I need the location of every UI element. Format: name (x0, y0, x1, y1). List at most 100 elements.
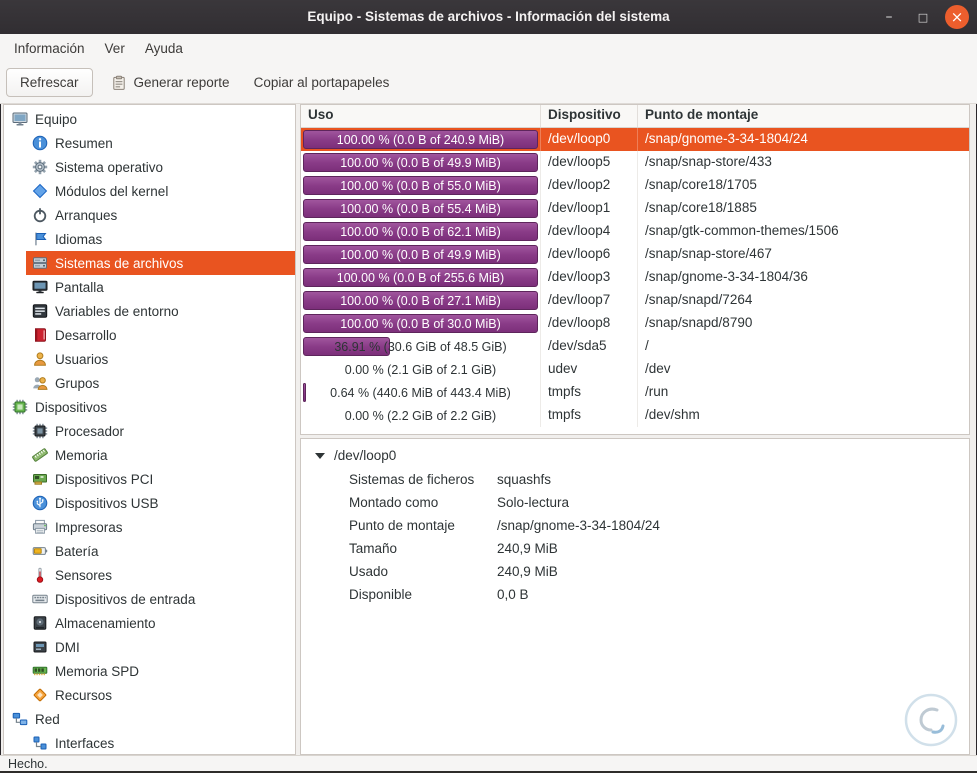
sidebar-item-idiomas[interactable]: Idiomas (4, 227, 295, 251)
usage-cell: 100.00 % (0.0 B of 55.4 MiB) (301, 197, 541, 220)
detail-row[interactable]: Sistemas de ficheros squashfs (301, 468, 969, 491)
sidebar-item-impresoras[interactable]: Impresoras (4, 515, 295, 539)
storage-icon (32, 615, 48, 631)
titlebar[interactable]: Equipo - Sistemas de archivos - Informac… (0, 0, 977, 34)
sidebar-item-dispositivos-pci[interactable]: Dispositivos PCI (4, 467, 295, 491)
close-button[interactable]: × (945, 5, 969, 29)
table-row[interactable]: 100.00 % (0.0 B of 55.0 MiB) /dev/loop2/s… (301, 174, 969, 197)
resources-icon (32, 687, 48, 703)
column-header-uso[interactable]: Uso (301, 105, 541, 127)
sidebar-item-equipo[interactable]: Equipo (4, 107, 295, 131)
sidebar-item-usuarios[interactable]: Usuarios (4, 347, 295, 371)
device-cell: /dev/loop6 (541, 243, 638, 266)
table-row[interactable]: 100.00 % (0.0 B of 255.6 MiB) /dev/loop3 /… (301, 266, 969, 289)
detail-row[interactable]: Tamaño 240,9 MiB (301, 537, 969, 560)
sidebar-item-label: Equipo (35, 111, 78, 127)
sidebar-item-dispositivos-usb[interactable]: Dispositivos USB (4, 491, 295, 515)
sidebar-item-interfaces[interactable]: Interfaces (4, 731, 295, 754)
menu-view[interactable]: Ver (95, 37, 135, 60)
keyboard-icon (32, 591, 48, 607)
detail-field-value: 240,9 MiB (497, 541, 558, 556)
filesystem-icon (32, 255, 48, 271)
refresh-button[interactable]: Refrescar (6, 68, 93, 97)
filesystem-table-pane[interactable]: Uso Dispositivo Punto de montaje 100.00 % … (300, 104, 970, 435)
usage-cell: 36.91 % (30.6 GiB of 48.5 GiB) (301, 335, 541, 358)
column-header-dispositivo[interactable]: Dispositivo (541, 105, 638, 127)
sidebar-item-sistema-operativo[interactable]: Sistema operativo (4, 155, 295, 179)
sidebar-item-modulos-del-kernel[interactable]: Módulos del kernel (4, 179, 295, 203)
sidebar-item-almacenamiento[interactable]: Almacenamiento (4, 611, 295, 635)
sidebar-item-label: Variables de entorno (55, 303, 179, 319)
detail-header[interactable]: /dev/loop0 (301, 439, 969, 468)
sidebar-item-dispositivos[interactable]: Dispositivos (4, 395, 295, 419)
sidebar-item-dispositivos-de-entrada[interactable]: Dispositivos de entrada (4, 587, 295, 611)
menu-help[interactable]: Ayuda (135, 37, 193, 60)
refresh-button-label: Refrescar (20, 75, 79, 90)
sidebar-item-label: Recursos (55, 687, 113, 703)
sidebar-item-memoria-spd[interactable]: Memoria SPD (4, 659, 295, 683)
device-cell: /dev/loop8 (541, 312, 638, 335)
copy-to-clipboard-button[interactable]: Copiar al portapapeles (248, 69, 396, 96)
menu-information[interactable]: Información (4, 37, 95, 60)
usage-label: 100.00 % (0.0 B of 55.0 MiB) (340, 178, 501, 193)
sidebar-item-label: Interfaces (55, 735, 115, 751)
column-header-punto-de-montaje[interactable]: Punto de montaje (638, 105, 969, 127)
mount-cell: /snap/core18/1705 (645, 177, 757, 192)
sidebar-item-label: Resumen (55, 135, 113, 151)
table-row[interactable]: 100.00 % (0.0 B of 27.1 MiB) /dev/loop7/s… (301, 289, 969, 312)
mount-cell: /dev/shm (645, 407, 700, 422)
table-row[interactable]: 100.00 % (0.0 B of 62.1 MiB) /dev/loop4/s… (301, 220, 969, 243)
generate-report-button[interactable]: Generar reporte (105, 69, 236, 97)
sidebar-item-resumen[interactable]: Resumen (4, 131, 295, 155)
table-row[interactable]: 100.00 % (0.0 B of 240.9 MiB) /dev/loop0 /… (301, 128, 969, 151)
detail-field-value: squashfs (497, 472, 552, 487)
maximize-button[interactable]: □ (911, 5, 935, 29)
detail-row[interactable]: Usado 240,9 MiB (301, 560, 969, 583)
details-pane[interactable]: /dev/loop0 Sistemas de ficheros squashfs M… (300, 438, 970, 755)
sidebar-item-recursos[interactable]: Recursos (4, 683, 295, 707)
table-row[interactable]: 0.00 % (2.1 GiB of 2.1 GiB) udev/dev (301, 358, 969, 381)
sidebar-tree[interactable]: Equipo Resumen Sistema operativo Módulos de… (3, 104, 296, 755)
sidebar-item-desarrollo[interactable]: Desarrollo (4, 323, 295, 347)
mount-cell: /snap/snap-store/433 (645, 154, 772, 169)
detail-field-value: 240,9 MiB (497, 564, 558, 579)
sidebar-item-memoria[interactable]: Memoria (4, 443, 295, 467)
ruler-icon (32, 447, 48, 463)
sidebar-item-bateria[interactable]: Batería (4, 539, 295, 563)
sidebar-item-sistemas-de-archivos[interactable]: Sistemas de archivos (4, 251, 295, 275)
detail-row[interactable]: Punto de montaje/snap/gnome-3-34-1804/24 (301, 514, 969, 537)
table-row[interactable]: 100.00 % (0.0 B of 49.9 MiB) /dev/loop6/s… (301, 243, 969, 266)
sidebar-item-label: Almacenamiento (55, 615, 156, 631)
sidebar-item-pantalla[interactable]: Pantalla (4, 275, 295, 299)
sidebar-item-label: Dispositivos PCI (55, 471, 154, 487)
mount-cell: /snap/snapd/8790 (645, 315, 753, 330)
usage-label: 36.91 % (30.6 GiB of 48.5 GiB) (334, 339, 507, 354)
device-cell: tmpfs (541, 404, 638, 427)
table-row[interactable]: 100.00 % (0.0 B of 30.0 MiB) /dev/loop8/s… (301, 312, 969, 335)
table-row[interactable]: 36.91 % (30.6 GiB of 48.5 GiB) /dev/sda5 / (301, 335, 969, 358)
detail-row[interactable]: Montado como Solo-lectura (301, 491, 969, 514)
battery-icon (32, 543, 48, 559)
book-icon (32, 327, 48, 343)
sidebar-item-dmi[interactable]: DMI (4, 635, 295, 659)
table-row[interactable]: 100.00 % (0.0 B of 55.4 MiB) /dev/loop1/s… (301, 197, 969, 220)
table-row[interactable]: 0.64 % (440.6 MiB of 443.4 MiB) tmpfs/run (301, 381, 969, 404)
sidebar-item-red[interactable]: Red (4, 707, 295, 731)
sidebar-item-procesador[interactable]: Procesador (4, 419, 295, 443)
detail-row[interactable]: Disponible 0,0 B (301, 583, 969, 606)
network-icon (12, 711, 28, 727)
sidebar-item-variables-de-entorno[interactable]: Variables de entorno (4, 299, 295, 323)
window-title: Equipo - Sistemas de archivos - Informac… (307, 9, 670, 24)
expander-icon[interactable] (315, 452, 325, 459)
minimize-button[interactable]: – (877, 5, 901, 29)
table-row[interactable]: 100.00 % (0.0 B of 49.9 MiB) /dev/loop5/s… (301, 151, 969, 174)
mount-cell: /snap/gnome-3-34-1804/24 (645, 131, 808, 146)
sidebar-item-sensores[interactable]: Sensores (4, 563, 295, 587)
user-icon (32, 351, 48, 367)
table-row[interactable]: 0.00 % (2.2 GiB of 2.2 GiB) tmpfs/dev/shm (301, 404, 969, 427)
usage-cell: 100.00 % (0.0 B of 27.1 MiB) (301, 289, 541, 312)
status-text: Hecho. (8, 756, 48, 771)
sidebar-item-arranques[interactable]: Arranques (4, 203, 295, 227)
sidebar-item-grupos[interactable]: Grupos (4, 371, 295, 395)
detail-field-label: Montado como (349, 495, 439, 510)
